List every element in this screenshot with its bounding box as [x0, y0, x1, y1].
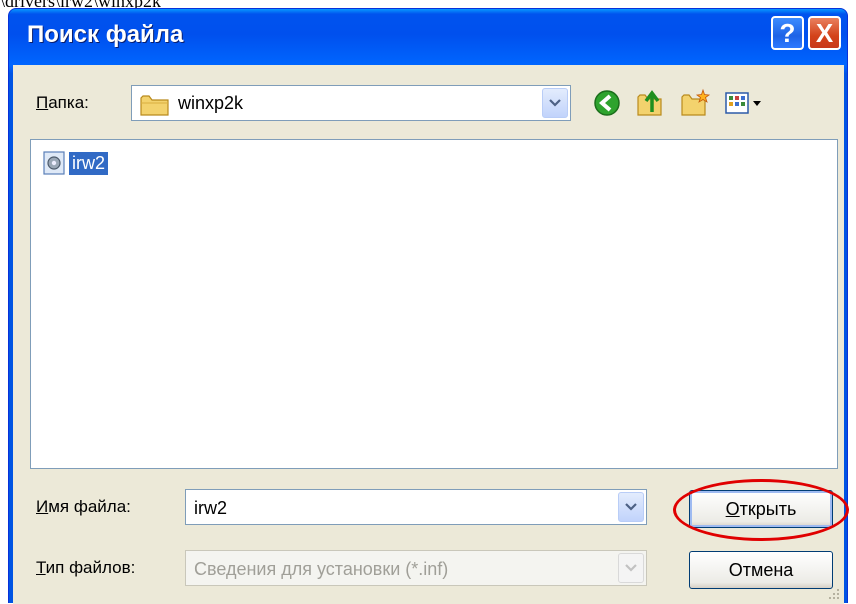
help-button[interactable]: ?	[771, 16, 804, 50]
resize-grip-icon[interactable]	[826, 586, 840, 600]
chevron-down-icon	[625, 564, 637, 572]
file-name-dropdown-button[interactable]	[618, 492, 644, 522]
folder-value: winxp2k	[178, 93, 244, 113]
chevron-down-icon	[549, 99, 561, 107]
view-menu-icon[interactable]	[723, 87, 765, 119]
new-folder-icon[interactable]	[679, 87, 711, 119]
cancel-button[interactable]: Отмена	[689, 551, 833, 589]
folder-label: Папка:	[36, 93, 89, 112]
file-name-input[interactable]: irw2	[185, 489, 647, 525]
file-type-value: Сведения для установки (*.inf)	[194, 559, 449, 579]
close-button[interactable]: X	[808, 16, 841, 50]
folder-select[interactable]: winxp2k	[131, 85, 571, 121]
up-folder-icon[interactable]	[635, 87, 667, 119]
file-name-label: irw2	[67, 150, 110, 176]
dialog-body: Папка: winxp2k irw2 Имя файла: irw2 Тип …	[13, 65, 849, 604]
file-name-value: irw2	[194, 498, 228, 518]
file-type-select[interactable]: Сведения для установки (*.inf)	[185, 550, 647, 586]
window-title: Поиск файла	[27, 21, 184, 48]
file-name-field-label: Имя файла:	[36, 497, 131, 516]
setup-file-icon	[43, 151, 65, 175]
annotation-highlight-ring	[673, 479, 849, 541]
list-item[interactable]: irw2	[41, 149, 110, 177]
folder-icon	[140, 95, 169, 116]
title-bar[interactable]: Поиск файла ? X	[9, 9, 847, 73]
file-type-dropdown-button[interactable]	[618, 553, 644, 583]
file-open-dialog: Поиск файла ? X Папка: winxp2k irw2 Имя …	[8, 8, 849, 604]
back-icon[interactable]	[591, 87, 623, 119]
folder-dropdown-button[interactable]	[542, 88, 568, 118]
file-list[interactable]: irw2	[30, 139, 838, 469]
file-type-field-label: Тип файлов:	[36, 558, 136, 577]
chevron-down-icon	[625, 503, 637, 511]
